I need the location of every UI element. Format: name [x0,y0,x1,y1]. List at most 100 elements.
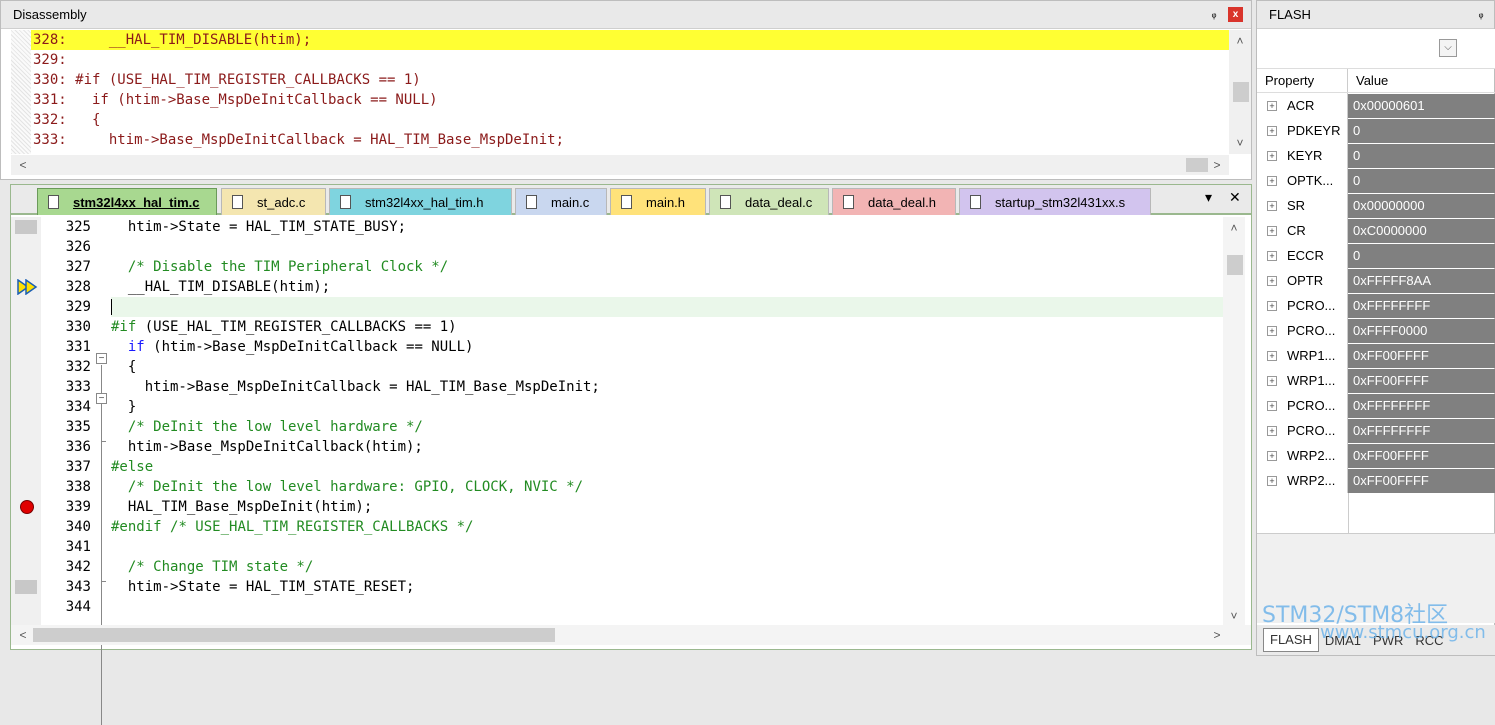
register-row[interactable]: + PCRO... 0xFFFF0000 [1257,318,1495,343]
code-line[interactable]: { [111,357,1223,377]
disassembly-code[interactable]: 328: __HAL_TIM_DISABLE(htim); 329: 330: #… [31,30,1229,154]
code-line[interactable]: #endif /* USE_HAL_TIM_REGISTER_CALLBACKS… [111,517,1223,537]
register-name-cell[interactable]: + ACR [1257,93,1348,118]
pin-icon[interactable]: ᵩ [1474,7,1488,21]
register-value[interactable]: 0xFFFFFFFF [1348,294,1495,318]
tab-list-icon[interactable]: ▾ [1205,189,1212,206]
register-value[interactable]: 0x00000601 [1348,94,1495,118]
code-line[interactable]: __HAL_TIM_DISABLE(htim); [111,277,1223,297]
code-line[interactable]: htim->State = HAL_TIM_STATE_BUSY; [111,217,1223,237]
register-value[interactable]: 0 [1348,244,1495,268]
register-value[interactable]: 0xFF00FFFF [1348,369,1495,393]
scroll-right-icon[interactable]: > [1207,155,1227,175]
register-row[interactable]: + ECCR 0 [1257,243,1495,268]
tab-main-c[interactable]: main.c [515,188,607,215]
editor-horizontal-scrollbar[interactable]: < > [11,625,1251,645]
code-line[interactable]: #if (USE_HAL_TIM_REGISTER_CALLBACKS == 1… [111,317,1223,337]
register-row[interactable]: + OPTK... 0 [1257,168,1495,193]
code-line[interactable] [111,597,1223,617]
disassembly-line[interactable]: 332: { [31,110,1229,130]
scroll-thumb[interactable] [1186,158,1208,172]
register-row[interactable]: + WRP2... 0xFF00FFFF [1257,443,1495,468]
disassembly-line[interactable]: 330: #if (USE_HAL_TIM_REGISTER_CALLBACKS… [31,70,1229,90]
disassembly-line[interactable]: 329: [31,50,1229,70]
close-icon[interactable]: x [1228,7,1243,22]
expand-icon[interactable]: + [1267,225,1277,236]
code-line[interactable] [111,297,1223,317]
tab-stm32l4xx-hal-tim-c[interactable]: stm32l4xx_hal_tim.c [37,188,217,215]
expand-icon[interactable]: + [1267,375,1277,386]
register-row[interactable]: + PDKEYR 0 [1257,118,1495,143]
tab-data-deal-h[interactable]: data_deal.h [832,188,956,215]
register-name-cell[interactable]: + PCRO... [1257,318,1348,343]
register-value[interactable]: 0xFF00FFFF [1348,469,1495,493]
expand-icon[interactable]: + [1267,475,1277,486]
disassembly-line[interactable]: 333: htim->Base_MspDeInitCallback = HAL_… [31,130,1229,150]
code-line[interactable]: /* Change TIM state */ [111,557,1223,577]
code-line[interactable]: /* DeInit the low level hardware: GPIO, … [111,477,1223,497]
expand-icon[interactable]: + [1267,300,1277,311]
expand-icon[interactable]: + [1267,350,1277,361]
tab-flash[interactable]: FLASH [1263,628,1319,652]
code-line[interactable] [111,237,1223,257]
register-value[interactable]: 0x00000000 [1348,194,1495,218]
register-row[interactable]: + PCRO... 0xFFFFFFFF [1257,393,1495,418]
scroll-left-icon[interactable]: < [13,625,33,645]
register-name-cell[interactable]: + SR [1257,193,1348,218]
register-name-cell[interactable]: + OPTK... [1257,168,1348,193]
tab-main-h[interactable]: main.h [610,188,706,215]
register-name-cell[interactable]: + ECCR [1257,243,1348,268]
code-line[interactable]: #else [111,457,1223,477]
tab-st-adc-c[interactable]: st_adc.c [221,188,326,215]
register-value[interactable]: 0xFFFFFFFF [1348,419,1495,443]
scroll-up-icon[interactable]: ˄ [1223,219,1245,237]
register-value[interactable]: 0xFF00FFFF [1348,344,1495,368]
expand-icon[interactable]: + [1267,450,1277,461]
register-name-cell[interactable]: + PCRO... [1257,418,1348,443]
register-name-cell[interactable]: + CR [1257,218,1348,243]
register-row[interactable]: + PCRO... 0xFFFFFFFF [1257,418,1495,443]
scroll-thumb[interactable] [1233,82,1249,102]
scroll-thumb[interactable] [33,628,555,642]
disassembly-vertical-scrollbar[interactable]: ˄ ˅ [1229,30,1251,154]
expand-icon[interactable]: + [1267,325,1277,336]
register-row[interactable]: + OPTR 0xFFFFF8AA [1257,268,1495,293]
register-value[interactable]: 0xFFFF0000 [1348,319,1495,343]
register-name-cell[interactable]: + KEYR [1257,143,1348,168]
expand-icon[interactable]: + [1267,250,1277,261]
flash-selector[interactable]: ⌵ [1257,29,1495,69]
editor-vertical-scrollbar[interactable]: ˄ ˅ [1223,217,1245,627]
register-name-cell[interactable]: + WRP2... [1257,468,1348,493]
expand-icon[interactable]: + [1267,175,1277,186]
chevron-down-icon[interactable]: ⌵ [1439,39,1457,57]
expand-icon[interactable]: + [1267,200,1277,211]
editor-gutter[interactable] [11,217,41,627]
register-value[interactable]: 0xFF00FFFF [1348,444,1495,468]
register-name-cell[interactable]: + PCRO... [1257,393,1348,418]
register-name-cell[interactable]: + WRP1... [1257,343,1348,368]
expand-icon[interactable]: + [1267,150,1277,161]
scroll-left-icon[interactable]: < [13,155,33,175]
register-name-cell[interactable]: + WRP1... [1257,368,1348,393]
expand-icon[interactable]: + [1267,275,1277,286]
expand-icon[interactable]: + [1267,125,1277,136]
code-line[interactable]: } [111,397,1223,417]
disassembly-line[interactable]: 331: if (htim->Base_MspDeInitCallback ==… [31,90,1229,110]
close-icon[interactable]: ✕ [1229,189,1241,206]
code-line[interactable]: htim->Base_MspDeInitCallback(htim); [111,437,1223,457]
scroll-thumb[interactable] [1227,255,1243,275]
property-column-header[interactable]: Property [1257,69,1348,92]
code-line[interactable]: HAL_TIM_Base_MspDeInit(htim); [111,497,1223,517]
code-line[interactable]: htim->Base_MspDeInitCallback = HAL_TIM_B… [111,377,1223,397]
code-line[interactable] [111,537,1223,557]
disassembly-horizontal-scrollbar[interactable]: < > [11,155,1229,175]
register-row[interactable]: + WRP2... 0xFF00FFFF [1257,468,1495,493]
code-line[interactable]: if (htim->Base_MspDeInitCallback == NULL… [111,337,1223,357]
tab-data-deal-c[interactable]: data_deal.c [709,188,829,215]
register-name-cell[interactable]: + PDKEYR [1257,118,1348,143]
register-value[interactable]: 0xFFFFF8AA [1348,269,1495,293]
tab-startup-stm32l431xx-s[interactable]: startup_stm32l431xx.s [959,188,1151,215]
register-value[interactable]: 0 [1348,119,1495,143]
tab-stm32l4xx-hal-tim-h[interactable]: stm32l4xx_hal_tim.h [329,188,512,215]
expand-icon[interactable]: + [1267,425,1277,436]
